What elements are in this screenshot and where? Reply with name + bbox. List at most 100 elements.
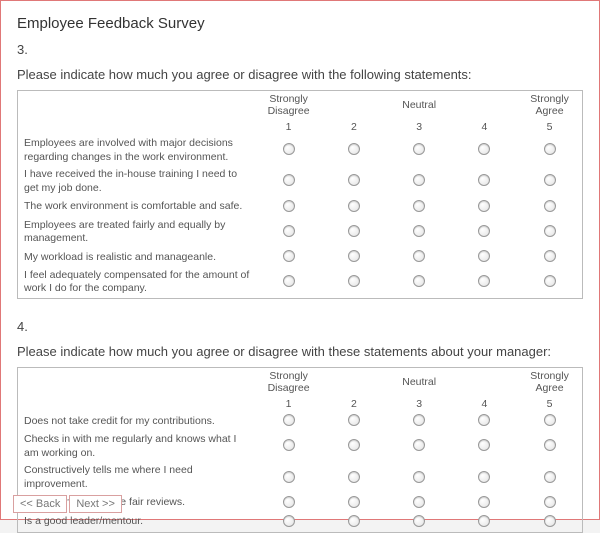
radio-option[interactable] bbox=[283, 225, 295, 237]
radio-option[interactable] bbox=[478, 200, 490, 212]
radio-option[interactable] bbox=[413, 225, 425, 237]
radio-option[interactable] bbox=[413, 471, 425, 483]
radio-option[interactable] bbox=[348, 174, 360, 186]
radio-option[interactable] bbox=[413, 414, 425, 426]
page-title: Employee Feedback Survey bbox=[17, 15, 583, 32]
scale-num: 1 bbox=[256, 396, 321, 412]
statement-text: Is a good leader/mentour. bbox=[18, 513, 256, 533]
radio-option[interactable] bbox=[348, 496, 360, 508]
table-row: Employees are treated fairly and equally… bbox=[18, 217, 583, 248]
table-row: Employees are involved with major decisi… bbox=[18, 135, 583, 166]
radio-option[interactable] bbox=[544, 414, 556, 426]
radio-option[interactable] bbox=[413, 275, 425, 287]
radio-option[interactable] bbox=[544, 471, 556, 483]
radio-option[interactable] bbox=[348, 200, 360, 212]
radio-option[interactable] bbox=[283, 275, 295, 287]
table-row: Constructively tells me where I need imp… bbox=[18, 462, 583, 493]
likert-matrix-q3: Strongly Disagree Neutral Strongly Agree… bbox=[17, 90, 583, 299]
radio-option[interactable] bbox=[478, 143, 490, 155]
radio-option[interactable] bbox=[413, 200, 425, 212]
radio-option[interactable] bbox=[283, 174, 295, 186]
radio-option[interactable] bbox=[348, 275, 360, 287]
radio-option[interactable] bbox=[544, 250, 556, 262]
radio-option[interactable] bbox=[413, 439, 425, 451]
radio-option[interactable] bbox=[348, 471, 360, 483]
scale-num: 4 bbox=[452, 396, 517, 412]
radio-option[interactable] bbox=[283, 250, 295, 262]
radio-option[interactable] bbox=[283, 471, 295, 483]
radio-option[interactable] bbox=[348, 515, 360, 527]
radio-option[interactable] bbox=[478, 471, 490, 483]
radio-option[interactable] bbox=[283, 496, 295, 508]
back-button[interactable]: << Back bbox=[13, 495, 67, 513]
radio-option[interactable] bbox=[478, 174, 490, 186]
statement-text: The work environment is comfortable and … bbox=[18, 198, 256, 217]
statement-text: My workload is realistic and manageanle. bbox=[18, 248, 256, 267]
radio-option[interactable] bbox=[478, 496, 490, 508]
statement-text: I feel adequately compensated for the am… bbox=[18, 267, 256, 299]
statement-text: I have received the in-house training I … bbox=[18, 166, 256, 197]
table-row: My workload is realistic and manageanle. bbox=[18, 248, 583, 267]
question-number: 3. bbox=[17, 42, 583, 57]
statement-text: Employees are involved with major decisi… bbox=[18, 135, 256, 166]
scale-num: 4 bbox=[452, 119, 517, 135]
radio-option[interactable] bbox=[413, 515, 425, 527]
radio-option[interactable] bbox=[348, 143, 360, 155]
statement-text: Employees are treated fairly and equally… bbox=[18, 217, 256, 248]
radio-option[interactable] bbox=[348, 439, 360, 451]
radio-option[interactable] bbox=[544, 174, 556, 186]
table-row: The work environment is comfortable and … bbox=[18, 198, 583, 217]
radio-option[interactable] bbox=[478, 414, 490, 426]
radio-option[interactable] bbox=[544, 496, 556, 508]
radio-option[interactable] bbox=[413, 143, 425, 155]
radio-option[interactable] bbox=[348, 414, 360, 426]
scale-label-high: Strongly Agree bbox=[517, 91, 582, 120]
scale-num: 3 bbox=[387, 396, 452, 412]
question-number: 4. bbox=[17, 319, 583, 334]
radio-option[interactable] bbox=[478, 439, 490, 451]
radio-option[interactable] bbox=[478, 515, 490, 527]
statement-text: Constructively tells me where I need imp… bbox=[18, 462, 256, 493]
radio-option[interactable] bbox=[283, 414, 295, 426]
radio-option[interactable] bbox=[544, 143, 556, 155]
radio-option[interactable] bbox=[283, 143, 295, 155]
radio-option[interactable] bbox=[478, 225, 490, 237]
radio-option[interactable] bbox=[478, 275, 490, 287]
question-prompt: Please indicate how much you agree or di… bbox=[17, 67, 583, 82]
next-button[interactable]: Next >> bbox=[69, 495, 122, 513]
table-row: Does not take credit for my contribution… bbox=[18, 412, 583, 431]
radio-option[interactable] bbox=[544, 200, 556, 212]
scale-num: 2 bbox=[321, 119, 386, 135]
radio-option[interactable] bbox=[544, 225, 556, 237]
question-prompt: Please indicate how much you agree or di… bbox=[17, 344, 583, 359]
scale-label-low: Strongly Disagree bbox=[256, 91, 321, 120]
nav-buttons: << BackNext >> bbox=[13, 495, 124, 513]
radio-option[interactable] bbox=[413, 496, 425, 508]
scale-num: 2 bbox=[321, 396, 386, 412]
scale-label-mid: Neutral bbox=[387, 368, 452, 397]
scale-label-mid: Neutral bbox=[387, 91, 452, 120]
table-row: I have received the in-house training I … bbox=[18, 166, 583, 197]
radio-option[interactable] bbox=[348, 250, 360, 262]
radio-option[interactable] bbox=[544, 439, 556, 451]
radio-option[interactable] bbox=[544, 275, 556, 287]
scale-num: 3 bbox=[387, 119, 452, 135]
statement-text: Checks in with me regularly and knows wh… bbox=[18, 431, 256, 462]
scale-num: 5 bbox=[517, 119, 582, 135]
table-row: Is a good leader/mentour. bbox=[18, 513, 583, 533]
radio-option[interactable] bbox=[478, 250, 490, 262]
radio-option[interactable] bbox=[283, 515, 295, 527]
radio-option[interactable] bbox=[283, 200, 295, 212]
scale-num: 1 bbox=[256, 119, 321, 135]
survey-page: Employee Feedback Survey 3. Please indic… bbox=[0, 0, 600, 520]
radio-option[interactable] bbox=[413, 174, 425, 186]
radio-option[interactable] bbox=[283, 439, 295, 451]
table-row: I feel adequately compensated for the am… bbox=[18, 267, 583, 299]
statement-text: Does not take credit for my contribution… bbox=[18, 412, 256, 431]
radio-option[interactable] bbox=[348, 225, 360, 237]
radio-option[interactable] bbox=[544, 515, 556, 527]
scale-num: 5 bbox=[517, 396, 582, 412]
radio-option[interactable] bbox=[413, 250, 425, 262]
scale-label-low: Strongly Disagree bbox=[256, 368, 321, 397]
table-row: Checks in with me regularly and knows wh… bbox=[18, 431, 583, 462]
